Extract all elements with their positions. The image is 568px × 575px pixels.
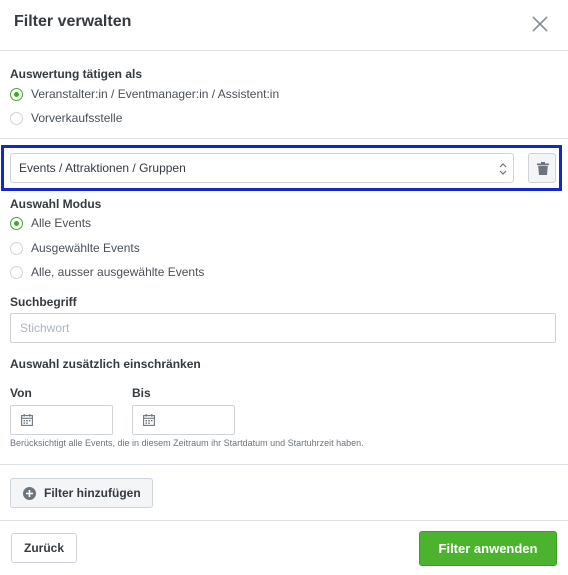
selection-mode-label: Auswahl Modus	[10, 197, 102, 211]
search-label: Suchbegriff	[10, 295, 77, 309]
radio-button[interactable]	[10, 265, 23, 279]
radio-label: Vorverkaufsstelle	[31, 111, 123, 125]
close-icon[interactable]	[528, 12, 552, 36]
evaluation-label: Auswertung tätigen als	[10, 67, 143, 81]
radio-button-checked[interactable]	[10, 87, 23, 101]
radio-selected-events[interactable]: Ausgewählte Events	[10, 239, 140, 257]
radio-button-checked[interactable]	[10, 216, 23, 230]
back-button[interactable]: Zurück	[11, 533, 77, 563]
filter-type-select[interactable]: Events / Attraktionen / Gruppen	[10, 153, 514, 183]
radio-label: Ausgewählte Events	[31, 241, 140, 255]
add-filter-button[interactable]: Filter hinzufügen	[10, 478, 153, 508]
radio-button[interactable]	[10, 241, 23, 255]
trash-icon	[537, 162, 549, 175]
date-range-hint: Berücksichtigt alle Events, die in diese…	[10, 438, 364, 448]
radio-organizer[interactable]: Veranstalter:in / Eventmanager:in / Assi…	[10, 85, 279, 103]
radio-label: Alle Events	[31, 216, 92, 230]
from-label: Von	[10, 386, 32, 400]
sort-arrows-icon	[499, 163, 507, 175]
divider	[0, 138, 568, 139]
radio-presale-office[interactable]: Vorverkaufsstelle	[10, 109, 122, 127]
radio-all-events[interactable]: Alle Events	[10, 214, 91, 232]
plus-circle-icon	[23, 487, 36, 500]
divider	[0, 520, 568, 521]
radio-label: Alle, ausser ausgewählte Events	[31, 265, 205, 279]
radio-button[interactable]	[10, 111, 23, 125]
delete-filter-button[interactable]	[528, 153, 556, 183]
to-date-field[interactable]	[132, 405, 235, 435]
divider	[0, 464, 568, 465]
calendar-icon	[21, 414, 33, 426]
search-input[interactable]	[10, 313, 556, 343]
restrict-label: Auswahl zusätzlich einschränken	[10, 357, 201, 371]
add-filter-label: Filter hinzufügen	[44, 486, 141, 500]
modal-header: Filter verwalten	[0, 0, 568, 51]
from-date-field[interactable]	[10, 405, 113, 435]
modal-title: Filter verwalten	[14, 13, 132, 30]
radio-label: Veranstalter:in / Eventmanager:in / Assi…	[31, 87, 280, 101]
filter-type-value: Events / Attraktionen / Gruppen	[19, 161, 186, 175]
apply-filter-button[interactable]: Filter anwenden	[419, 531, 557, 566]
calendar-icon	[143, 414, 155, 426]
to-label: Bis	[132, 386, 151, 400]
radio-all-except-selected[interactable]: Alle, ausser ausgewählte Events	[10, 263, 204, 281]
